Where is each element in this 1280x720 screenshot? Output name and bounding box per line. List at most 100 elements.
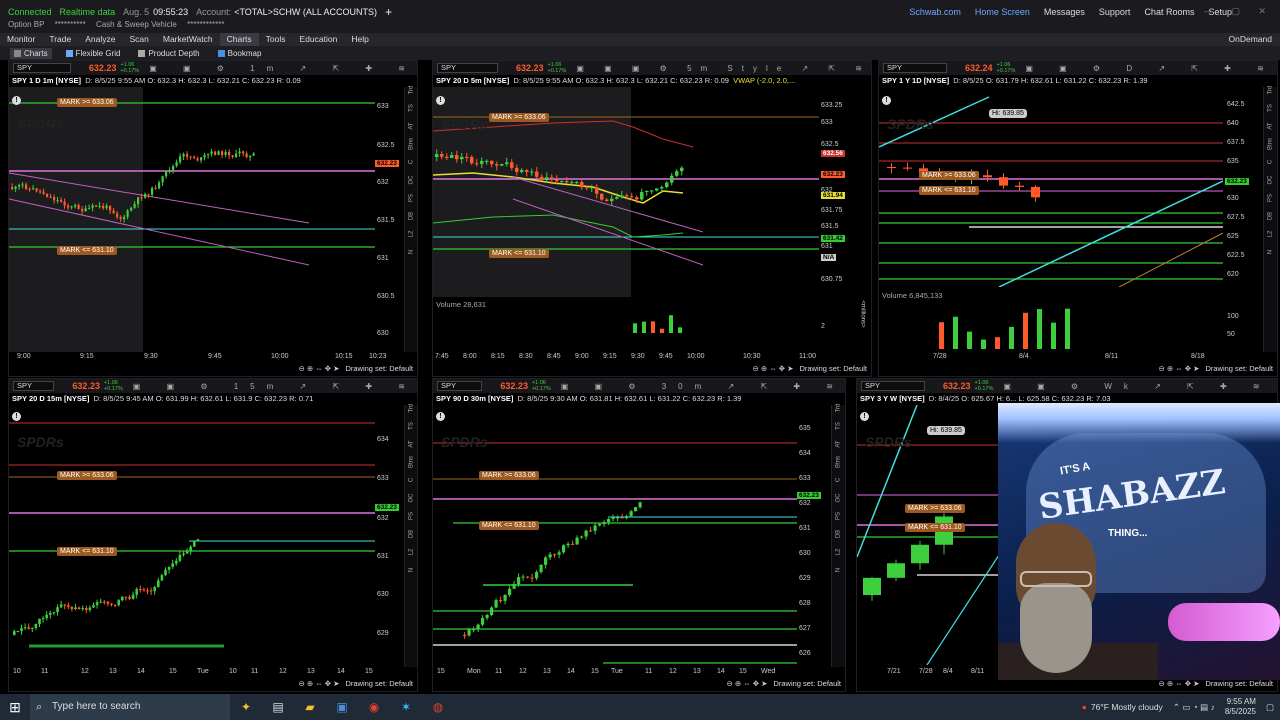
- symbol-input[interactable]: SPY: [13, 381, 55, 391]
- sparkle-icon[interactable]: ✦: [230, 700, 262, 714]
- toolbar-icons[interactable]: ▣ ▣ ⚙ Wk ↗ ⇱ ✚ ≋: [1003, 382, 1271, 391]
- symbol-input[interactable]: SPY: [437, 63, 498, 73]
- mark-high-alert[interactable]: MARK >= 633.06: [919, 171, 979, 180]
- alert-icon[interactable]: !: [12, 412, 21, 421]
- drawing-set[interactable]: Drawing set: Default: [1205, 679, 1273, 688]
- mark-low-alert[interactable]: MARK <= 631.10: [479, 521, 539, 530]
- subtab-bookmap[interactable]: Bookmap: [214, 48, 266, 59]
- menu-charts[interactable]: Charts: [219, 33, 259, 46]
- chart-pane-daily[interactable]: SPY 632.24 +1.06 +0.17% ▣ ▣ ⚙ D ↗ ⇱ ✚ ≋ S…: [878, 60, 1278, 377]
- clock[interactable]: 9:55 AM 8/5/2025: [1225, 697, 1256, 717]
- time-axis: 7/21 7/28 8/4 8/11: [887, 668, 985, 675]
- toolbar-icons[interactable]: ▣ ▣ ▣ ⚙ 5m Style ↗ ⇱ ≋: [576, 64, 871, 73]
- drawing-set[interactable]: Drawing set: Default: [773, 679, 841, 688]
- zoom-icons[interactable]: ⊖ ⊕ ⇔ ✥ ➤: [1158, 364, 1199, 373]
- menu-scan[interactable]: Scan: [122, 33, 155, 46]
- side-tools[interactable]: Trd TS AT Btns C OC PS DB L2 N: [831, 404, 845, 667]
- store-icon[interactable]: ▣: [326, 700, 358, 714]
- task-view-icon[interactable]: ▤: [262, 700, 294, 714]
- obs-icon[interactable]: ◍: [422, 700, 454, 714]
- chart-pane-15m[interactable]: SPY 632.23 +1.06 +0.17% ▣ ▣ ⚙ 15m ↗ ⇱ ✚ ≋…: [8, 378, 418, 692]
- mark-high-alert[interactable]: MARK >= 633.06: [489, 113, 549, 122]
- account-selector[interactable]: <TOTAL>SCHW (ALL ACCOUNTS): [234, 7, 377, 17]
- candle: [105, 205, 108, 209]
- candle: [182, 553, 185, 555]
- side-tools[interactable]: Trd TS AT Btns C OC PS DB L2 N: [404, 86, 417, 352]
- add-account-button[interactable]: +: [385, 5, 392, 19]
- menu-monitor[interactable]: Monitor: [0, 33, 42, 46]
- chart-area[interactable]: SPDRs: [9, 405, 375, 665]
- symbol-input[interactable]: SPY: [437, 381, 483, 391]
- chart-pane-30m[interactable]: SPY 632.23 +1.06 +0.17% ▣ ▣ ⚙ 30m ↗ ⇱ ✚ ≋…: [432, 378, 846, 692]
- menu-tools[interactable]: Tools: [259, 33, 293, 46]
- toolbar-icons[interactable]: ▣ ▣ ⚙ D ↗ ⇱ ✚ ≋: [1025, 64, 1275, 73]
- chart-pane-5m[interactable]: SPY 632.23 +1.06 +0.17% ▣ ▣ ▣ ⚙ 5m Style …: [432, 60, 872, 377]
- vwap-study-label[interactable]: VWAP (-2.0, 2.0,...: [733, 76, 795, 85]
- mark-high-alert[interactable]: MARK >= 633.06: [479, 471, 539, 480]
- zoom-icons[interactable]: ⊖ ⊕ ⇔ ✥ ➤: [726, 679, 767, 688]
- file-explorer-icon[interactable]: ▰: [294, 700, 326, 714]
- menu-help[interactable]: Help: [344, 33, 375, 46]
- menu-education[interactable]: Education: [293, 33, 345, 46]
- support-link[interactable]: Support: [1099, 7, 1131, 17]
- mark-high-alert[interactable]: MARK >= 633.06: [905, 504, 965, 513]
- home-screen-link[interactable]: Home Screen: [975, 7, 1030, 17]
- mark-low-alert[interactable]: MARK <= 631.10: [905, 523, 965, 532]
- candle: [154, 187, 157, 189]
- drawing-set[interactable]: Drawing set: Default: [799, 364, 867, 373]
- alert-icon[interactable]: !: [860, 412, 869, 421]
- ondemand-button[interactable]: OnDemand: [1229, 33, 1272, 46]
- toolbar-icons[interactable]: ▣ ▣ ⚙ 1m ↗ ⇱ ✚ ≋: [149, 64, 417, 73]
- thinkorswim-icon[interactable]: ✶: [390, 700, 422, 714]
- chat-rooms-link[interactable]: Chat Rooms: [1144, 7, 1194, 17]
- schwab-link[interactable]: Schwab.com: [909, 7, 961, 17]
- subtab-flexible-grid[interactable]: Flexible Grid: [62, 48, 125, 59]
- toolbar-icons[interactable]: ▣ ▣ ⚙ 30m ↗ ⇱ ✚ ≋: [561, 382, 845, 391]
- zoom-icons[interactable]: ⊖ ⊕ ⇔ ✥ ➤: [752, 364, 793, 373]
- side-tools[interactable]: Trd TS AT Btns C OC PS DB L2 N: [1263, 86, 1277, 352]
- drawing-set[interactable]: Drawing set: Default: [345, 679, 413, 688]
- drawing-set[interactable]: Drawing set: Default: [1205, 364, 1273, 373]
- chart-area[interactable]: SPDRs: [433, 405, 797, 665]
- mark-low-alert[interactable]: MARK <= 631.10: [489, 249, 549, 258]
- subtab-charts[interactable]: Charts: [10, 47, 52, 59]
- side-tools[interactable]: Trd TS AT Btns C OC PS DB L2 N: [404, 404, 417, 667]
- alert-icon[interactable]: !: [12, 96, 21, 105]
- toolbar-icons[interactable]: ▣ ▣ ⚙ 15m ↗ ⇱ ✚ ≋: [133, 382, 417, 391]
- drawing-set[interactable]: Drawing set: Default: [345, 364, 413, 373]
- chart-area[interactable]: SPDRs: [9, 87, 405, 352]
- candle: [530, 171, 534, 173]
- messages-link[interactable]: Messages: [1044, 7, 1085, 17]
- symbol-input[interactable]: SPY: [13, 63, 71, 73]
- zoom-icons[interactable]: ⊖ ⊕ ⇔ ✥ ➤: [298, 679, 339, 688]
- menu-marketwatch[interactable]: MarketWatch: [156, 33, 220, 46]
- window-controls[interactable]: — ▢ ✕: [1204, 6, 1274, 17]
- candle: [32, 188, 35, 190]
- mark-high-alert[interactable]: MARK >= 633.06: [57, 98, 117, 107]
- alert-icon[interactable]: !: [436, 96, 445, 105]
- mark-high-alert[interactable]: MARK >= 633.06: [57, 471, 117, 480]
- windows-start-icon[interactable]: ⊞: [0, 699, 30, 716]
- taskbar-search[interactable]: ⌕ Type here to search: [30, 694, 230, 720]
- mark-low-alert[interactable]: MARK <= 631.10: [57, 246, 117, 255]
- candle: [99, 601, 102, 603]
- weather-text[interactable]: 76°F Mostly cloudy: [1091, 702, 1163, 712]
- symbol-input[interactable]: SPY: [861, 381, 925, 391]
- notifications-icon[interactable]: ▢: [1266, 702, 1274, 713]
- mark-low-alert[interactable]: MARK <= 631.10: [919, 186, 979, 195]
- chart-pane-1m[interactable]: SPY 632.23 +1.06 +0.17% ▣ ▣ ⚙ 1m ↗ ⇱ ✚ ≋ …: [8, 60, 418, 377]
- zoom-icons[interactable]: ⊖ ⊕ ⇔ ✥ ➤: [1158, 679, 1199, 688]
- mark-low-alert[interactable]: MARK <= 631.10: [57, 547, 117, 556]
- tray-icons[interactable]: ⌃ ▭ ◔ ▤ ♪: [1173, 702, 1215, 713]
- menu-trade[interactable]: Trade: [42, 33, 78, 46]
- alert-icon[interactable]: !: [882, 96, 891, 105]
- candle: [460, 156, 464, 160]
- chrome-icon[interactable]: ◉: [358, 700, 390, 714]
- zoom-icons[interactable]: ⊖ ⊕ ⇔ ✥ ➤: [298, 364, 339, 373]
- symbol-input[interactable]: SPY: [883, 63, 947, 73]
- menu-analyze[interactable]: Analyze: [78, 33, 122, 46]
- alert-icon[interactable]: !: [436, 412, 445, 421]
- candle: [142, 589, 146, 591]
- chart-area[interactable]: SPDRs: [857, 405, 999, 665]
- subtab-product-depth[interactable]: Product Depth: [134, 48, 203, 59]
